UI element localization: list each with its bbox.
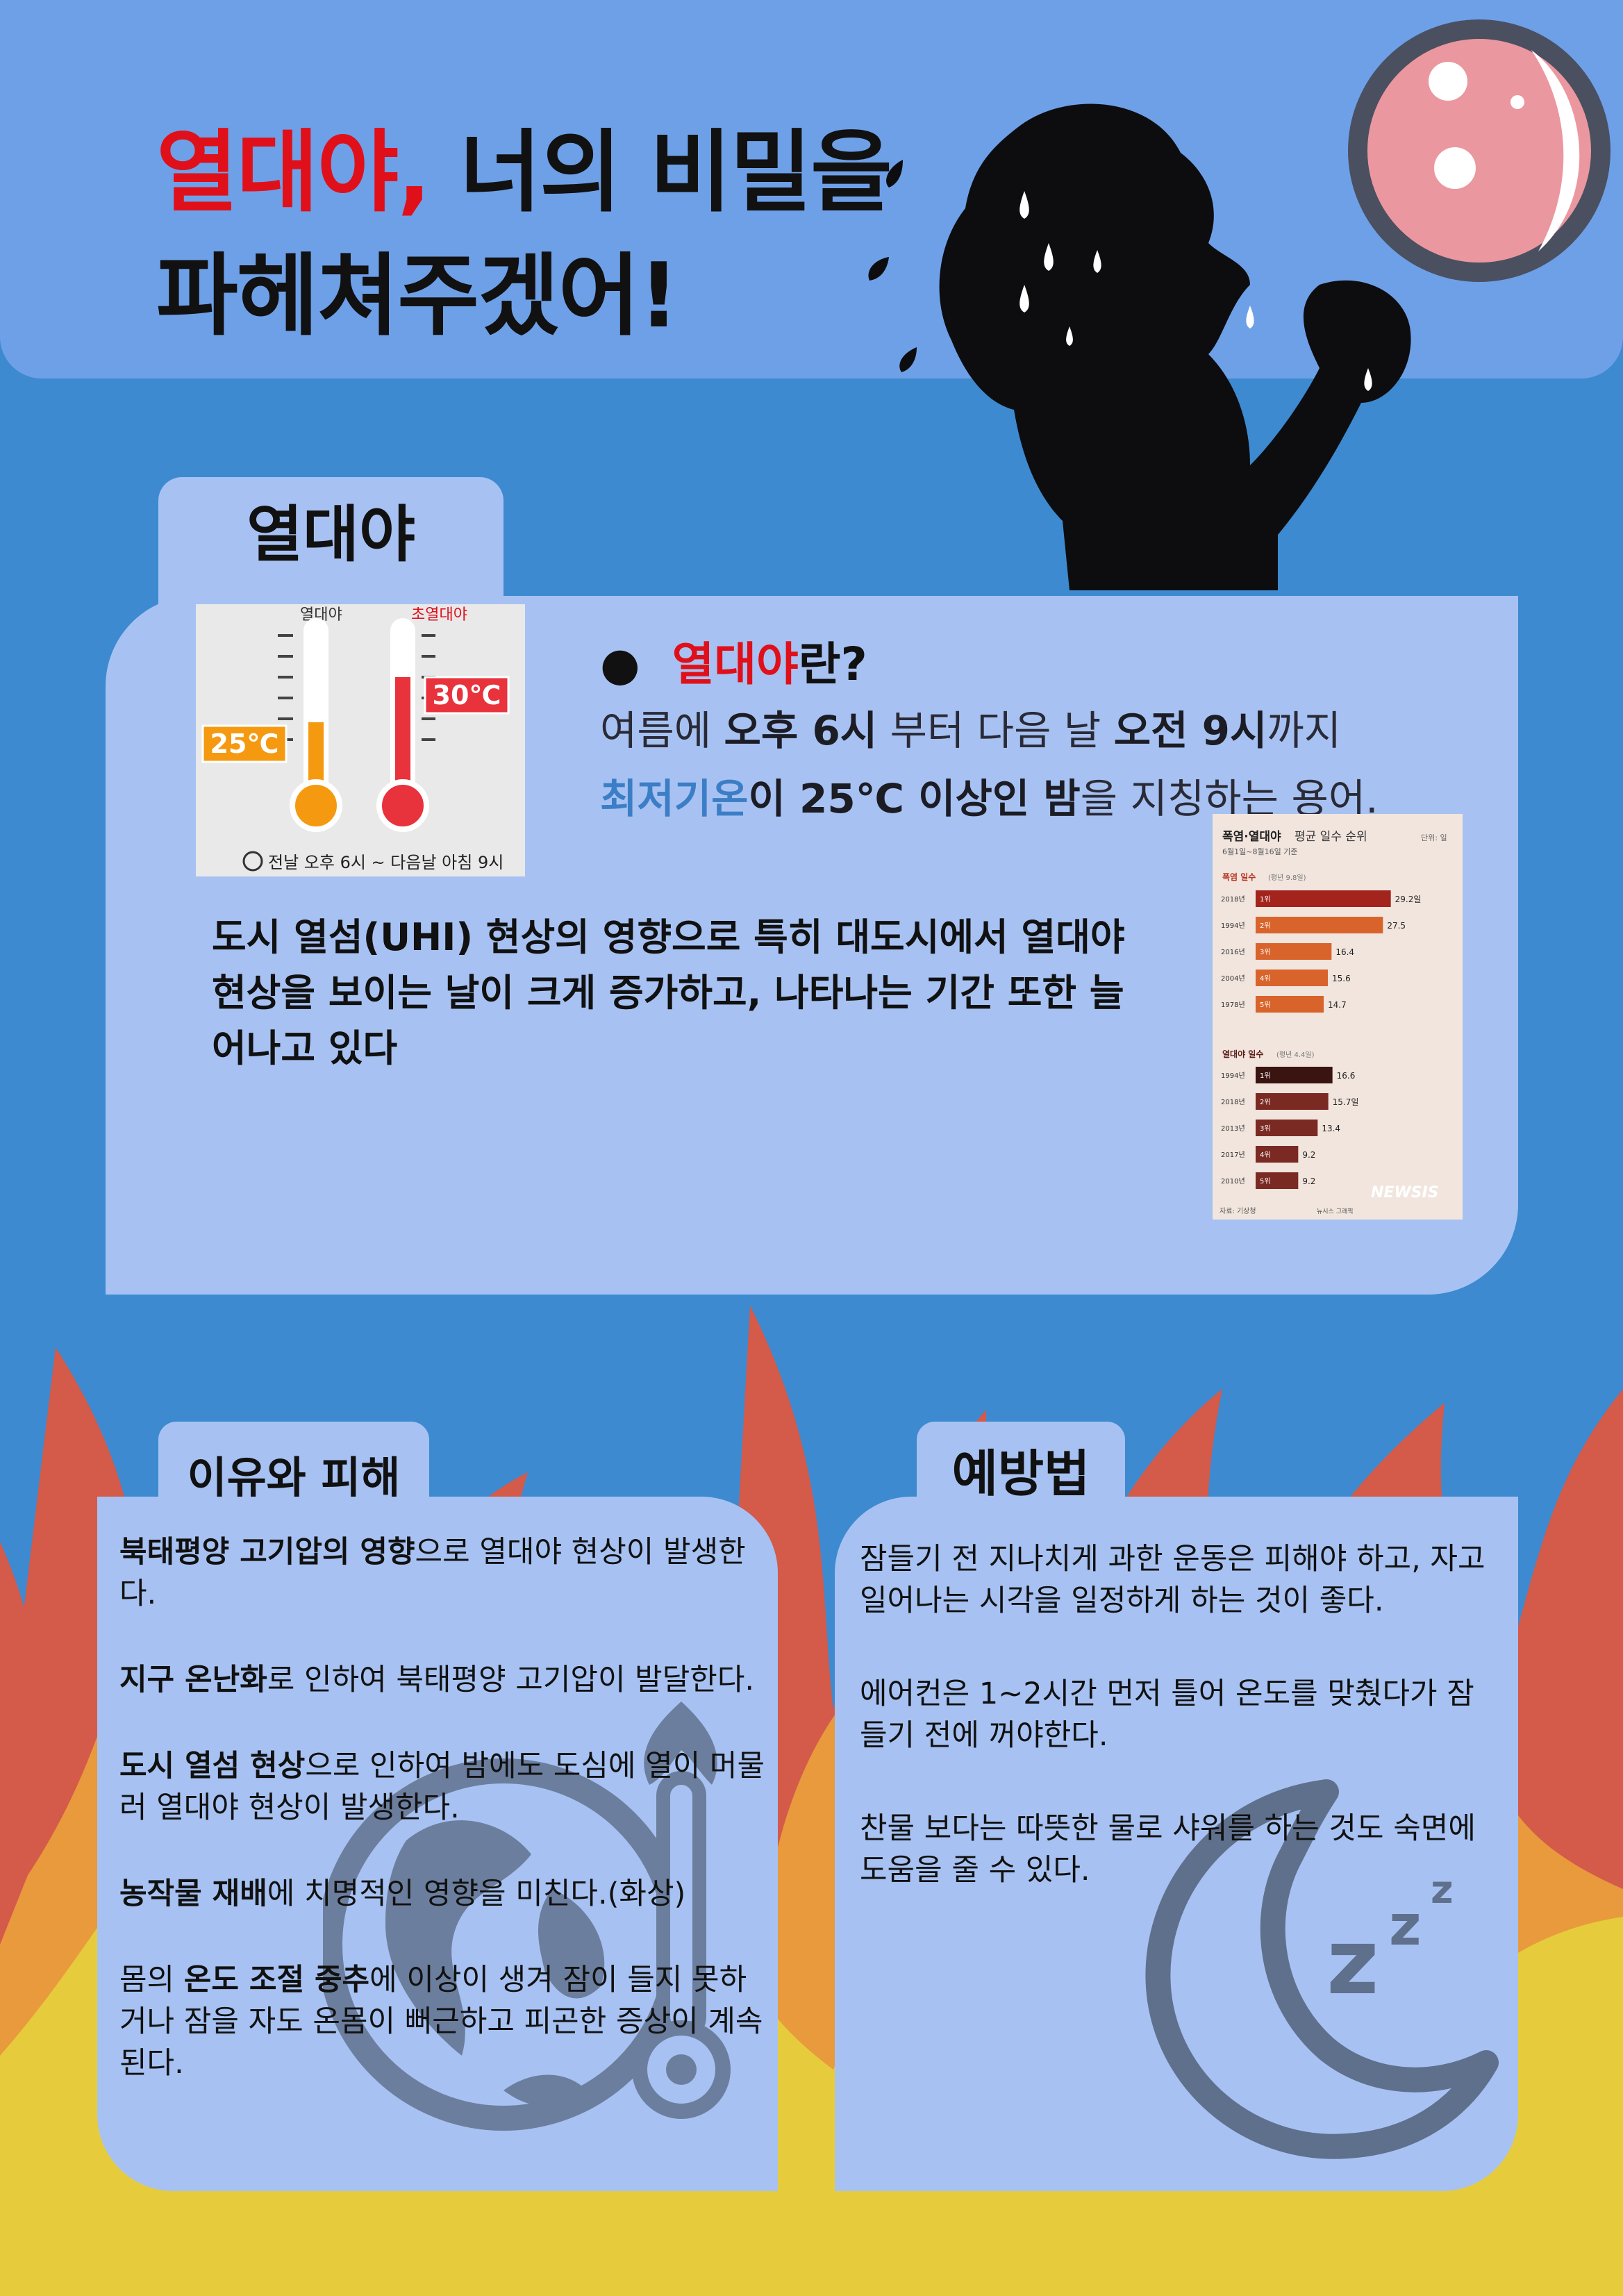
- rank-position-label: 1위: [1260, 895, 1271, 904]
- reason-item: 지구 온난화로 인하여 북태평양 고기압이 발달한다.: [119, 1659, 772, 1701]
- def-1a: 여름에: [600, 707, 724, 754]
- reason-bold: 북태평양 고기압의 영향: [119, 1535, 415, 1570]
- uhi-paragraph: 도시 열섬(UHI) 현상의 영향으로 특히 대도시에서 열대야 현상을 보이는…: [212, 915, 1125, 1070]
- rank-value-label: 13.4: [1322, 1124, 1340, 1133]
- rank-value-label: 16.6: [1337, 1071, 1356, 1081]
- definition-text: 여름에 오후 6시 부터 다음 날 오전 9시까지 최저기온이 25℃ 이상인 …: [600, 697, 1399, 833]
- rank-year-label: 2018년: [1221, 895, 1245, 904]
- rank-position-label: 3위: [1260, 947, 1271, 956]
- title-rest: 너의 비밀을: [429, 121, 892, 224]
- reason-bold: 지구 온난화: [119, 1663, 267, 1697]
- reason-item: 북태평양 고기압의 영향으로 열대야 현상이 발생한다.: [119, 1531, 772, 1615]
- rank-brand: NEWSIS: [1371, 1184, 1439, 1201]
- reason-rest: 에 치명적인 영향을 미친다.(화상): [267, 1877, 686, 1911]
- reason-item: 농작물 재배에 치명적인 영향을 미친다.(화상): [119, 1873, 772, 1915]
- title-line2: 파헤쳐주겠어!: [156, 244, 679, 348]
- sweating-person-icon: [868, 103, 1411, 590]
- prevention-item: 에어컨은 1~2시간 먼저 틀어 온도를 맞췄다가 잠들기 전에 꺼야한다.: [860, 1677, 1474, 1753]
- tab-tropical-night-label: 열대야: [247, 499, 415, 570]
- def-1d: 오전 9시: [1113, 707, 1267, 754]
- rank-group1-note: (평년 9.8일): [1268, 874, 1306, 882]
- rank-credit: 뉴시스 그래픽: [1317, 1208, 1354, 1215]
- reason-item: 도시 열섬 현상으로 인하여 밤에도 도심에 열이 머물러 열대야 현상이 발생…: [119, 1745, 772, 1829]
- page-title: 열대야, 너의 비밀을 파헤쳐주겠어!: [156, 111, 920, 358]
- rank-title-b: 평균 일수 순위: [1295, 830, 1367, 844]
- rank-bar: [1256, 917, 1383, 933]
- def-1b: 오후 6시: [724, 707, 878, 754]
- rank-value-label: 29.2일: [1395, 895, 1422, 904]
- bullet-glyph: ●: [600, 638, 640, 691]
- rank-bar: [1256, 890, 1391, 907]
- rank-source: 자료: 기상청: [1220, 1207, 1256, 1215]
- thermometer-illustration: 열대야 초열대야 25℃ 30℃ 전날 오후 6시 ~ 다음날 아침 9시: [196, 604, 525, 876]
- rank-value-label: 15.7일: [1333, 1097, 1359, 1107]
- rank-unit: 단위: 일: [1421, 833, 1447, 842]
- reason-bold: 온도 조절 중추: [183, 1963, 370, 1997]
- rank-value-label: 14.7: [1328, 1000, 1347, 1010]
- rank-position-label: 4위: [1260, 974, 1271, 983]
- reason-rest: 로 인하여 북태평양 고기압이 발달한다.: [267, 1663, 755, 1697]
- rank-year-label: 1994년: [1221, 1072, 1245, 1080]
- reason-bold: 도시 열섬 현상: [119, 1749, 306, 1783]
- reason-bold: 농작물 재배: [119, 1877, 267, 1911]
- rank-title-a: 폭염·열대야: [1222, 830, 1281, 844]
- rank-position-label: 2위: [1260, 921, 1271, 930]
- rank-position-label: 2위: [1260, 1097, 1271, 1106]
- rank-year-label: 2010년: [1221, 1177, 1245, 1186]
- rank-year-label: 2017년: [1221, 1151, 1245, 1159]
- prevention-item: 찬물 보다는 따뜻한 물로 샤워를 하는 것도 숙면에 도움을 줄 수 있다.: [860, 1811, 1476, 1888]
- ranking-infographic: 폭염·열대야 평균 일수 순위 단위: 일 6월1일~8월16일 기준 폭염 일…: [1213, 814, 1463, 1220]
- rank-value-label: 16.4: [1335, 947, 1354, 957]
- heading-red: 열대야: [672, 638, 799, 691]
- rank-year-label: 1994년: [1221, 922, 1245, 930]
- rank-year-label: 2016년: [1221, 948, 1245, 956]
- prevention-list: 잠들기 전 지나치게 과한 운동은 피해야 하고, 자고 일어나는 시각을 일정…: [860, 1538, 1499, 1943]
- rank-year-label: 2004년: [1221, 974, 1245, 983]
- rank-position-label: 1위: [1260, 1071, 1271, 1080]
- rank-subtitle: 6월1일~8월16일 기준: [1222, 847, 1297, 856]
- rank-year-label: 1978년: [1221, 1001, 1245, 1009]
- rank-year-label: 2013년: [1221, 1124, 1245, 1133]
- def-1c: 부터 다음 날: [877, 707, 1114, 754]
- rank-position-label: 5위: [1260, 1000, 1271, 1009]
- reason-item: 몸의 온도 조절 중추에 이상이 생겨 잠이 들지 못하거나 잠을 자도 온몸이…: [119, 1959, 772, 2084]
- thermo-right-top: 초열대야: [411, 606, 467, 624]
- thermo-caption: 전날 오후 6시 ~ 다음날 아침 9시: [268, 853, 503, 872]
- rank-group2: 열대야 일수: [1222, 1049, 1263, 1059]
- def-2b: 이 25℃ 이상인 밤: [748, 775, 1081, 822]
- def-2a: 최저기온: [600, 775, 749, 822]
- rank-value-label: 15.6: [1332, 974, 1351, 983]
- definition-heading: ● 열대야란?: [600, 630, 867, 699]
- rank-position-label: 4위: [1260, 1150, 1271, 1159]
- prevention-item: 잠들기 전 지나치게 과한 운동은 피해야 하고, 자고 일어나는 시각을 일정…: [860, 1542, 1485, 1618]
- rank-value-label: 27.5: [1387, 921, 1406, 931]
- thermo-right-value: 30℃: [433, 680, 501, 710]
- rank-position-label: 3위: [1260, 1124, 1271, 1133]
- reason-pre: 몸의: [119, 1963, 184, 1997]
- reasons-list: 북태평양 고기압의 영향으로 열대야 현상이 발생한다. 지구 온난화로 인하여…: [119, 1531, 772, 2129]
- heading-rest: 란?: [798, 638, 867, 691]
- def-1e: 까지: [1267, 707, 1342, 754]
- thermo-left-value: 25℃: [210, 729, 279, 759]
- rank-value-label: 9.2: [1302, 1176, 1315, 1186]
- rank-year-label: 2018년: [1221, 1098, 1245, 1106]
- rank-position-label: 5위: [1260, 1176, 1271, 1186]
- rank-value-label: 9.2: [1302, 1150, 1315, 1160]
- alarm-clock-icon: [242, 851, 263, 872]
- rank-group2-note: (평년 4.4일): [1276, 1051, 1315, 1059]
- rank-group1: 폭염 일수: [1222, 872, 1256, 882]
- title-red: 열대야,: [156, 121, 431, 224]
